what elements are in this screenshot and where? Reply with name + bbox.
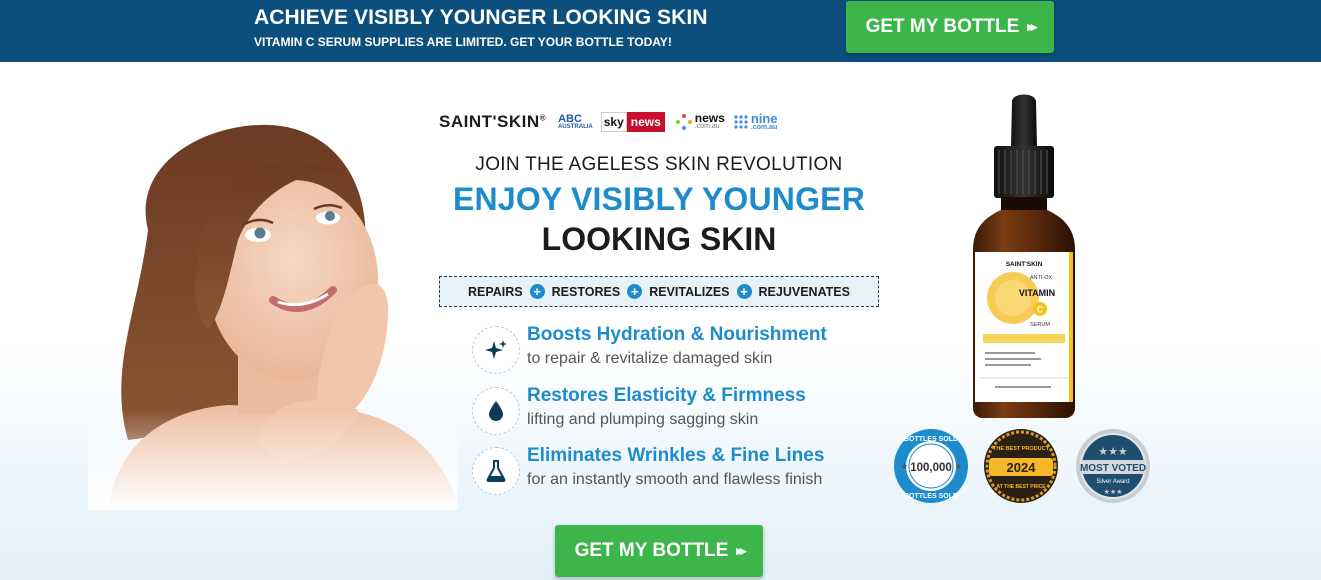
sparkle-icon <box>472 326 520 374</box>
benefits-bar: REPAIRS + RESTORES + REVITALIZES + REJUV… <box>439 276 879 307</box>
benefit-rejuvenates: REJUVENATES <box>758 284 850 299</box>
best-year-text: 2024 <box>1007 460 1037 475</box>
get-my-bottle-button-top[interactable]: GET MY BOTTLE ▸▸ <box>846 1 1054 53</box>
best-bottom-text: AT THE BEST PRICE <box>996 484 1046 490</box>
feature-title: Boosts Hydration & Nourishment <box>527 324 827 345</box>
button-label: GET MY BOTTLE <box>574 540 729 561</box>
bottle-letter-text: C <box>1037 305 1044 315</box>
plus-icon: + <box>736 284 752 299</box>
nine-sub-text: .com.au <box>750 123 778 131</box>
flask-icon <box>472 447 520 495</box>
banner-headline: ACHIEVE VISIBLY YOUNGER LOOKING SKIN <box>254 6 708 29</box>
sold-bottom-text: BOTTLES SOLD <box>904 493 958 500</box>
benefit-repairs: REPAIRS <box>468 284 523 299</box>
top-banner: ACHIEVE VISIBLY YOUNGER LOOKING SKIN VIT… <box>0 0 1321 62</box>
feature-hydration: Boosts Hydration & Nourishment to repair… <box>472 324 872 378</box>
feature-title: Restores Elasticity & Firmness <box>527 385 806 406</box>
double-arrow-icon: ▸▸ <box>736 543 746 558</box>
bottles-sold-badge: 100,000 BOTTLES SOLD BOTTLES SOLD ★ ★ <box>894 429 968 503</box>
bottle-brand-text: SAINT'SKIN <box>1006 261 1043 268</box>
feature-subtitle: to repair & revitalize damaged skin <box>527 350 773 367</box>
newscomau-sub-text: .com.au <box>694 123 720 130</box>
sky-news-logo: sky news <box>600 112 665 132</box>
plus-icon: + <box>627 284 643 299</box>
bottle-line3-text: SERUM <box>1030 322 1050 328</box>
banner-subline: VITAMIN C SERUM SUPPLIES ARE LIMITED. GE… <box>254 35 672 49</box>
feature-title: Eliminates Wrinkles & Fine Lines <box>527 445 825 466</box>
benefit-revitalizes: REVITALIZES <box>649 284 730 299</box>
get-my-bottle-button-bottom[interactable]: GET MY BOTTLE ▸▸ <box>555 525 763 577</box>
feature-elasticity: Restores Elasticity & Firmness lifting a… <box>472 385 872 439</box>
abc-logo: ABC AUSTRALIA <box>558 112 593 131</box>
hero-kicker: JOIN THE AGELESS SKIN REVOLUTION <box>475 154 843 175</box>
bottle-line2-text: VITAMIN <box>1019 288 1055 298</box>
newscomau-text: news <box>694 111 725 125</box>
press-logos: SAINT'SKIN® ABC AUSTRALIA sky news news … <box>439 108 879 136</box>
bottle-line1-text: ANTI-OX <box>1030 275 1053 281</box>
hero-headline-secondary: LOOKING SKIN <box>541 221 777 257</box>
best-top-text: THE BEST PRODUCT <box>993 446 1050 452</box>
serum-bottle-image: SAINT'SKIN ANTI-OX VITAMIN C SERUM <box>973 94 1075 418</box>
best-product-2024-badge: 2024 THE BEST PRODUCT AT THE BEST PRICE <box>984 429 1058 503</box>
droplet-icon <box>472 387 520 435</box>
nine-dots-icon <box>734 115 748 129</box>
feature-subtitle: for an instantly smooth and flawless fin… <box>527 471 823 488</box>
sold-count-text: 100,000 <box>910 462 952 474</box>
nine-text: nine <box>750 110 778 126</box>
brand-text: SAINT'SKIN <box>439 112 540 131</box>
most-voted-badge: ★★★ MOST VOTED Silver Award ★★★ <box>1076 429 1150 503</box>
hero-headline: ENJOY VISIBLY YOUNGER <box>452 181 866 217</box>
sky-news-text: news <box>626 112 665 132</box>
abc-text: ABC <box>558 112 582 125</box>
svg-text:★: ★ <box>955 462 962 471</box>
saintskin-logo: SAINT'SKIN® <box>439 112 546 132</box>
dots-icon <box>675 114 692 130</box>
svg-text:★: ★ <box>901 462 908 471</box>
voted-sub-text: Silver Award <box>1096 479 1129 485</box>
sky-text: sky <box>600 112 627 132</box>
model-photo <box>88 124 458 510</box>
abc-sub-text: AUSTRALIA <box>558 123 593 130</box>
feature-wrinkles: Eliminates Wrinkles & Fine Lines for an … <box>472 445 872 499</box>
svg-text:★★★: ★★★ <box>1104 488 1123 496</box>
newscomau-logo: news .com.au <box>675 111 725 131</box>
voted-title-text: MOST VOTED <box>1080 463 1146 474</box>
brand-mark: ® <box>539 113 547 123</box>
svg-text:★★★: ★★★ <box>1098 446 1128 458</box>
nine-logo: nine .com.au <box>733 110 778 132</box>
button-label: GET MY BOTTLE <box>865 16 1020 37</box>
double-arrow-icon: ▸▸ <box>1027 19 1037 34</box>
sold-top-text: BOTTLES SOLD <box>904 436 958 443</box>
plus-icon: + <box>529 284 545 299</box>
feature-subtitle: lifting and plumping sagging skin <box>527 411 759 428</box>
benefit-restores: RESTORES <box>551 284 621 299</box>
